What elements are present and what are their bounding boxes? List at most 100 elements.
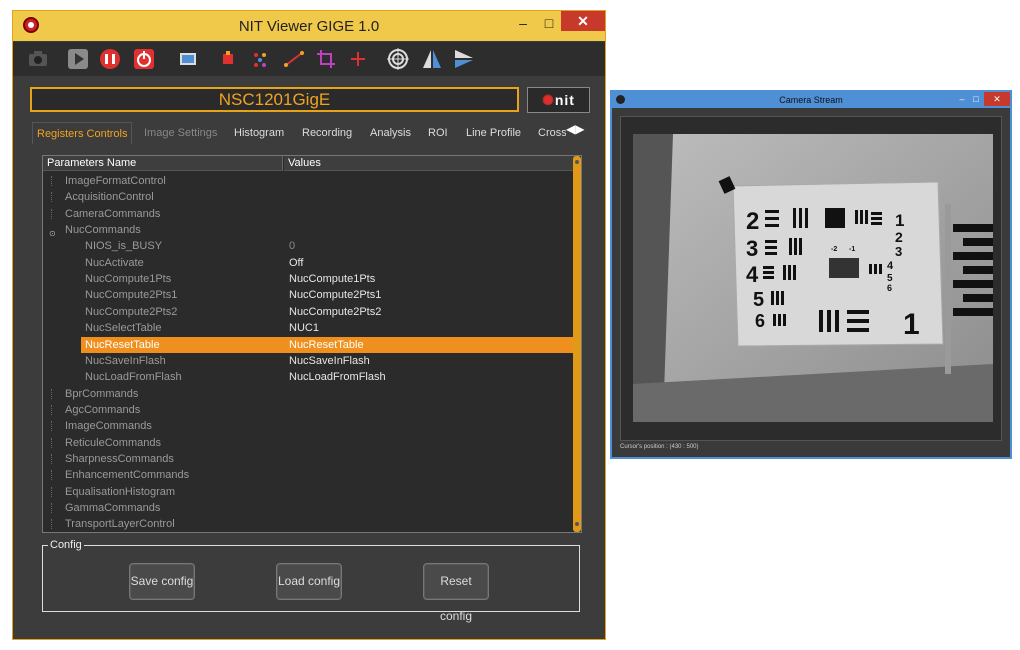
table-row[interactable]: ImageFormatControl [43,173,573,189]
line-icon[interactable] [283,48,305,70]
power-icon[interactable] [133,48,155,70]
title-bar[interactable]: NIT Viewer GIGE 1.0 – □ ✕ [13,11,605,41]
tab-line-profile[interactable]: Line Profile [462,122,525,144]
save-config-button[interactable]: Save config [129,563,195,600]
crop-icon[interactable] [315,48,337,70]
tab-analysis[interactable]: Analysis [366,122,415,144]
tree-branch-icon[interactable] [51,453,52,464]
target-label-r4: 4 [887,260,894,272]
scroll-down-icon[interactable] [575,522,579,526]
reset-config-button[interactable]: Reset config [423,563,489,623]
table-row[interactable]: SharpnessCommands [43,451,573,467]
tree-branch-icon[interactable] [51,404,52,415]
parameter-value[interactable]: NucLoadFromFlash [289,369,386,385]
parameter-name: ImageFormatControl [65,175,166,187]
table-row[interactable]: NucCompute1Pts NucCompute1Pts [43,271,573,287]
table-row[interactable]: TransportLayerControl [43,516,573,532]
camera-image[interactable]: 2 3 4 5 6 1 2 3 4 5 6 -2 -1 1 [633,134,993,422]
play-icon[interactable] [67,48,89,70]
stream-close-button[interactable]: ✕ [984,92,1010,106]
toolbar [13,42,605,76]
stream-minimize-button[interactable]: – [956,92,968,106]
stream-title-bar[interactable]: Camera Stream [612,92,1010,108]
crosshair-small-icon[interactable] [217,48,239,70]
table-row[interactable]: NucCompute2Pts1 NucCompute2Pts1 [43,287,573,303]
image-icon[interactable] [177,48,199,70]
parameter-value[interactable]: NUC1 [289,320,319,336]
table-row[interactable]: NucActivate Off [43,255,573,271]
dots-icon[interactable] [249,48,271,70]
minimize-button[interactable]: – [510,13,536,35]
tree-branch-icon[interactable] [51,192,52,203]
target-label-6: 6 [755,311,765,331]
table-row[interactable]: ImageCommands [43,418,573,434]
chevron-left-icon[interactable]: ◀ [566,122,575,136]
table-row[interactable]: ⊙ NucCommands [43,222,573,238]
parameter-value[interactable]: Off [289,255,303,271]
tab-histogram[interactable]: Histogram [230,122,288,144]
tree-branch-icon[interactable] [51,388,52,399]
mirror-vertical-icon[interactable] [421,48,443,70]
parameters-table: Parameters Name Values ImageFormatContro… [42,155,582,533]
tree-branch-icon[interactable] [51,470,52,481]
target-label-r3: 3 [895,244,902,259]
parameter-value[interactable]: NucCompute2Pts1 [289,287,381,303]
target-icon[interactable] [387,48,409,70]
column-header-values: Values [284,156,575,171]
table-row[interactable]: EnhancementCommands [43,467,573,483]
cursor-position-text: Cursor's position : (430 : 500) [620,444,699,450]
tree-branch-icon[interactable] [51,519,52,530]
tab-registers-controls[interactable]: Registers Controls [32,122,133,144]
mirror-horizontal-icon[interactable] [453,48,475,70]
table-row[interactable]: BprCommands [43,386,573,402]
parameter-value[interactable]: NucCompute1Pts [289,271,375,287]
tree-branch-icon[interactable] [51,176,52,186]
parameter-name: SharpnessCommands [65,452,174,465]
tab-image-settings[interactable]: Image Settings [140,122,221,144]
table-row[interactable]: AgcCommands [43,402,573,418]
tab-roi[interactable]: ROI [424,122,452,144]
pause-icon[interactable] [99,48,121,70]
parameter-name: NucSaveInFlash [85,354,166,367]
table-row[interactable]: ReticuleCommands [43,435,573,451]
stream-frame: 2 3 4 5 6 1 2 3 4 5 6 -2 -1 1 [620,116,1002,441]
parameter-name: ReticuleCommands [65,436,161,449]
vertical-scrollbar[interactable] [573,156,581,532]
table-row[interactable]: GammaCommands [43,500,573,516]
tree-branch-icon[interactable] [51,437,52,448]
parameter-name: NucCompute2Pts1 [85,289,178,302]
stream-window-title: Camera Stream [779,95,843,105]
parameter-value[interactable]: NucSaveInFlash [289,353,370,369]
table-row[interactable]: EqualisationHistogram [43,484,573,500]
chevron-right-icon[interactable]: ▶ [575,122,584,136]
table-row[interactable]: NucCompute2Pts2 NucCompute2Pts2 [43,304,573,320]
scroll-up-icon[interactable] [575,160,579,164]
parameter-name: AcquisitionControl [65,191,154,204]
tab-recording[interactable]: Recording [298,122,356,144]
nit-logo: ✺nit [527,87,590,113]
tree-branch-icon[interactable] [51,503,52,513]
table-row[interactable]: CameraCommands [43,206,573,222]
parameter-value[interactable]: NucCompute2Pts2 [289,304,381,320]
close-button[interactable]: ✕ [561,11,605,31]
table-row[interactable]: NucSaveInFlash NucSaveInFlash [43,353,573,369]
table-row[interactable]: NucResetTable NucResetTable [43,336,573,353]
table-row[interactable]: AcquisitionControl [43,189,573,205]
parameter-value[interactable]: 0 [289,238,295,254]
parameter-value[interactable]: NucResetTable [289,337,364,353]
table-row[interactable]: NIOS_is_BUSY 0 [43,238,573,254]
camera-icon[interactable] [27,48,49,70]
target-label-r1: 1 [895,211,904,230]
tab-scroll-arrows[interactable]: ◀▶ [566,122,584,136]
tree-branch-icon[interactable] [51,208,52,219]
stream-maximize-button[interactable]: □ [970,92,982,106]
table-row[interactable]: NucSelectTable NUC1 [43,320,573,336]
tree-branch-icon[interactable] [51,486,52,497]
tree-branch-icon[interactable] [51,421,52,432]
logo-mark-icon: ✺ [542,92,555,108]
load-config-button[interactable]: Load config [276,563,342,600]
maximize-button[interactable]: □ [536,13,562,35]
tab-cross[interactable]: Cross [534,122,566,144]
table-row[interactable]: NucLoadFromFlash NucLoadFromFlash [43,369,573,385]
cross-icon[interactable] [347,48,369,70]
